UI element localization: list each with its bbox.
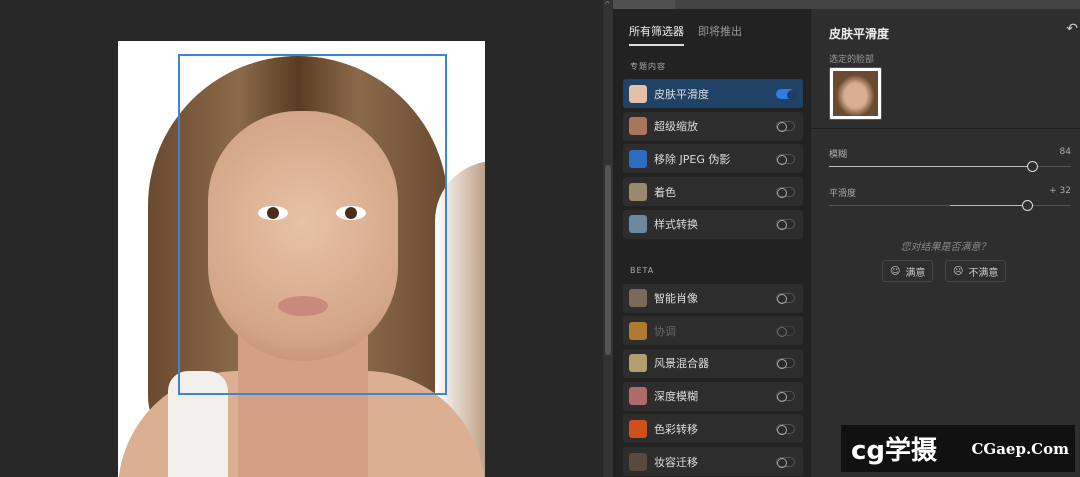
filter-title: 皮肤平滑度 bbox=[829, 27, 890, 41]
filter-label: 深度模糊 bbox=[654, 390, 698, 404]
watermark: cg学摄 CGaep.Com bbox=[841, 425, 1075, 472]
slider-label: 模糊 bbox=[829, 150, 848, 160]
filter-item[interactable]: 移除 JPEG 伪影 bbox=[623, 144, 803, 174]
top-bar bbox=[613, 0, 1080, 9]
filter-item[interactable]: 深度模糊 bbox=[623, 381, 803, 411]
satisfied-label: 满意 bbox=[905, 267, 926, 279]
unsatisfied-button[interactable]: ☹ 不满意 bbox=[945, 260, 1007, 282]
image-canvas[interactable] bbox=[0, 0, 603, 477]
satisfied-button[interactable]: ☺ 满意 bbox=[882, 260, 934, 282]
filter-thumbnail-icon bbox=[629, 289, 647, 307]
filter-detail-panel: 皮肤平滑度 ↶ 选定的脸部 模糊 84 平滑度 + 32 您对结果是否满意？ ☺… bbox=[811, 9, 1080, 477]
filter-thumbnail-icon bbox=[629, 215, 647, 234]
filter-toggle[interactable] bbox=[776, 121, 795, 133]
filter-thumbnail-icon bbox=[629, 321, 647, 340]
slider-label: 平滑度 bbox=[829, 189, 857, 199]
filter-thumbnail-icon bbox=[629, 117, 647, 136]
filter-label: 样式转换 bbox=[654, 218, 698, 232]
filter-thumbnail-icon bbox=[629, 419, 647, 438]
selected-face-label: 选定的脸部 bbox=[829, 55, 875, 65]
filter-thumbnail-icon bbox=[629, 452, 647, 471]
filter-item[interactable]: 风景混合器 bbox=[623, 348, 803, 378]
unsatisfied-label: 不满意 bbox=[968, 267, 999, 279]
scroll-thumb[interactable] bbox=[605, 165, 611, 355]
satisfaction-question: 您对结果是否满意？ bbox=[900, 242, 991, 253]
frown-icon: ☹ bbox=[953, 265, 964, 277]
filter-item[interactable]: 智能肖像 bbox=[623, 283, 803, 313]
filter-label: 风景混合器 bbox=[654, 357, 709, 371]
tab-coming-soon[interactable]: 即将推出 bbox=[698, 23, 742, 46]
filter-thumbnail-icon bbox=[629, 149, 647, 168]
filter-label: 移除 JPEG 伪影 bbox=[654, 152, 731, 166]
filter-item[interactable]: 皮肤平滑度 bbox=[623, 79, 803, 108]
slider-track[interactable] bbox=[829, 161, 1071, 172]
filter-label: 色彩转移 bbox=[654, 422, 698, 436]
section-title: 专题内容 bbox=[630, 62, 666, 71]
filter-label: 超级缩放 bbox=[654, 120, 698, 134]
filter-thumbnail-icon bbox=[629, 84, 647, 103]
scrollbar[interactable]: ^ bbox=[603, 0, 613, 477]
watermark-logo: cg学摄 bbox=[851, 436, 938, 466]
filter-item[interactable]: 样式转换 bbox=[623, 209, 803, 239]
slider-value: 84 bbox=[1059, 147, 1071, 157]
slider-track[interactable] bbox=[829, 200, 1071, 211]
slider-thumb[interactable] bbox=[1022, 200, 1034, 211]
filter-toggle[interactable] bbox=[776, 219, 795, 231]
filter-label: 皮肤平滑度 bbox=[654, 87, 709, 101]
slider-thumb[interactable] bbox=[1027, 161, 1039, 172]
filter-toggle[interactable] bbox=[776, 456, 795, 468]
filter-toggle[interactable] bbox=[776, 423, 795, 435]
smile-icon: ☺ bbox=[890, 265, 901, 277]
filter-thumbnail-icon bbox=[629, 354, 647, 373]
filter-toggle[interactable] bbox=[776, 186, 795, 198]
filter-thumbnail-icon bbox=[629, 182, 647, 201]
selected-face-thumbnail[interactable] bbox=[829, 67, 882, 120]
section-title: BETA bbox=[630, 265, 655, 275]
filter-item[interactable]: 色彩转移 bbox=[623, 414, 803, 444]
filter-label: 智能肖像 bbox=[654, 292, 698, 305]
filter-item[interactable]: 妆容迁移 bbox=[623, 447, 803, 476]
filter-toggle[interactable] bbox=[776, 88, 797, 100]
divider bbox=[811, 128, 1080, 129]
slider-value: + 32 bbox=[1049, 186, 1071, 196]
filter-item[interactable]: 协调 bbox=[623, 316, 803, 346]
filter-toggle[interactable] bbox=[776, 391, 795, 403]
filter-label: 妆容迁移 bbox=[654, 455, 698, 469]
filter-toggle[interactable] bbox=[776, 293, 795, 304]
filters-panel: 所有筛选器 即将推出 专题内容 皮肤平滑度 超级缩放 移除 JPEG 伪影 着色… bbox=[613, 9, 811, 477]
filter-toggle[interactable] bbox=[776, 325, 795, 337]
undo-icon[interactable]: ↶ bbox=[1066, 21, 1078, 37]
tab-all-filters[interactable]: 所有筛选器 bbox=[629, 23, 684, 46]
filter-toggle[interactable] bbox=[776, 153, 795, 165]
scroll-up-icon[interactable]: ^ bbox=[604, 0, 611, 9]
filter-item[interactable]: 着色 bbox=[623, 177, 803, 207]
face-selection-box[interactable] bbox=[178, 54, 447, 395]
filter-toggle[interactable] bbox=[776, 358, 795, 370]
filter-label: 协调 bbox=[654, 324, 676, 338]
filter-thumbnail-icon bbox=[629, 387, 647, 406]
filter-label: 着色 bbox=[654, 185, 676, 199]
watermark-site: CGaep.Com bbox=[971, 439, 1069, 458]
filter-item[interactable]: 超级缩放 bbox=[623, 111, 803, 141]
